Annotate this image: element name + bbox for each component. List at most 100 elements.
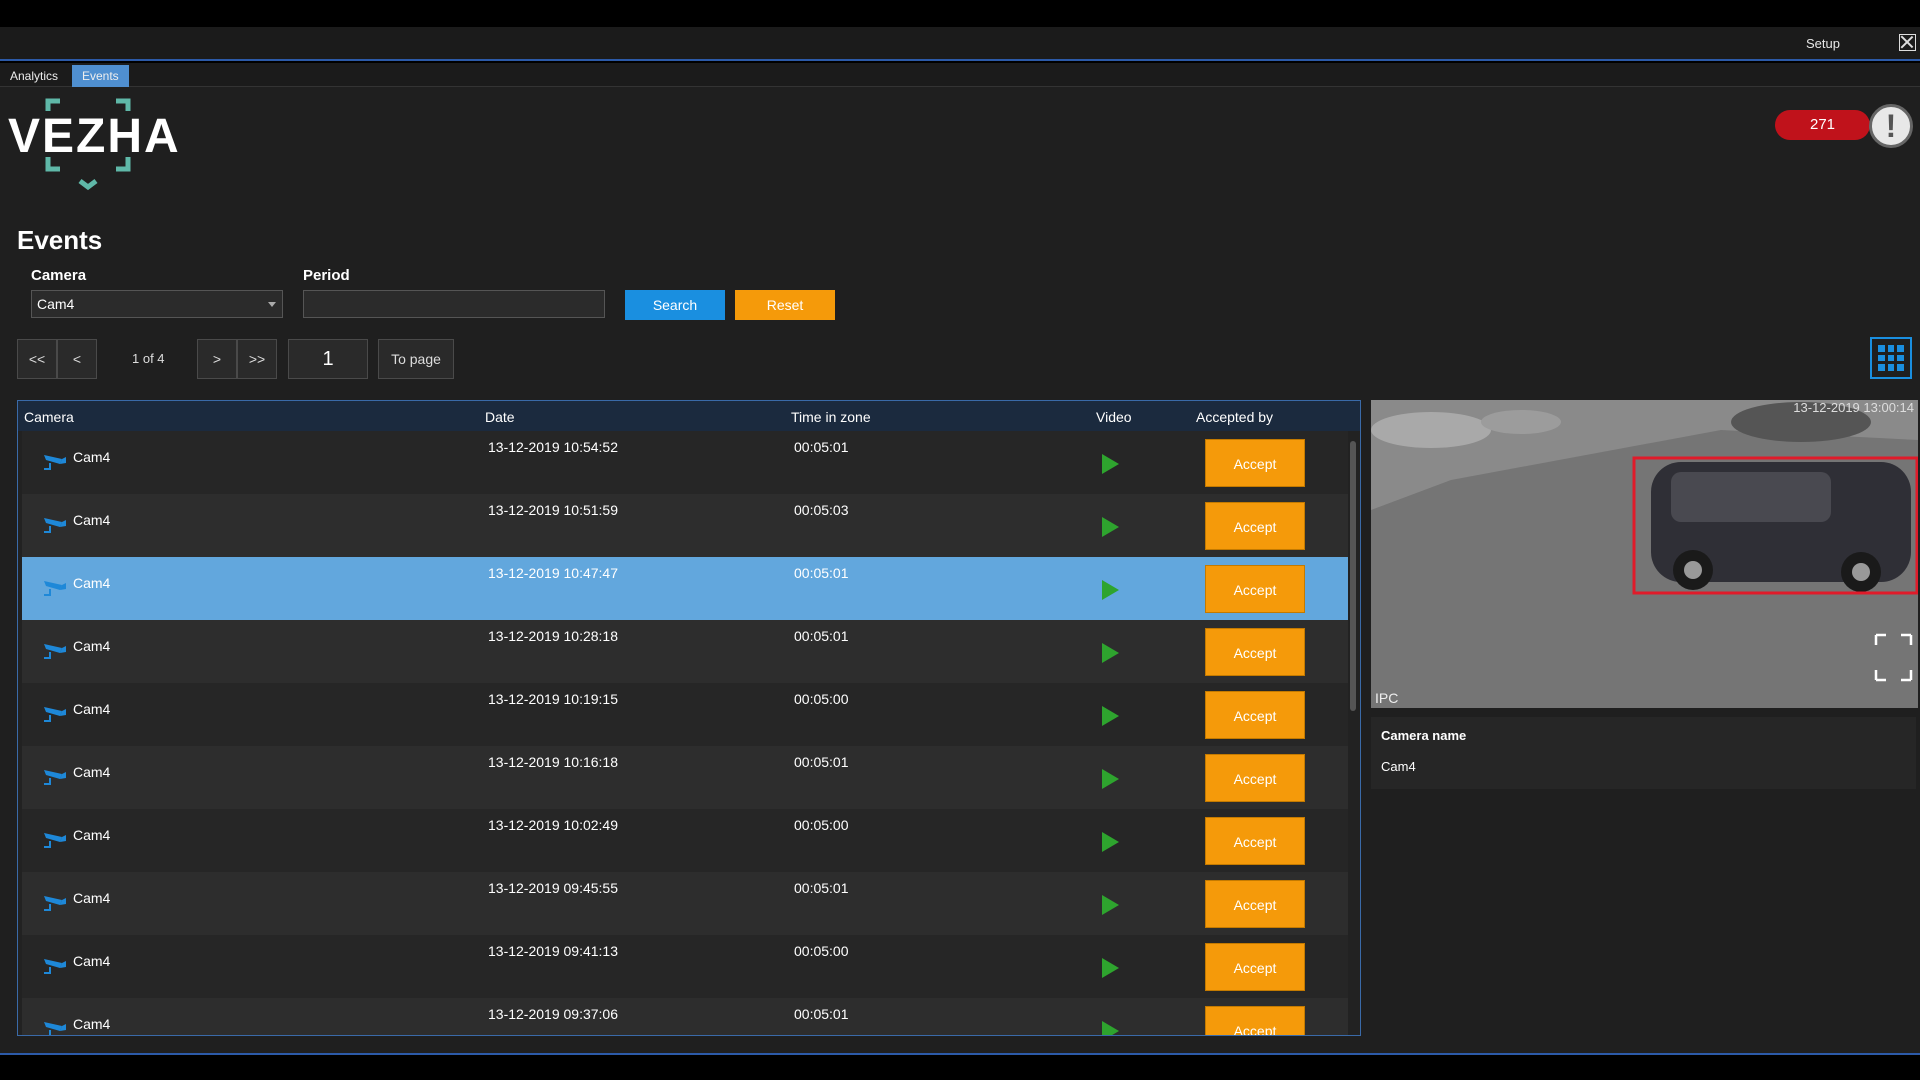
column-header-date[interactable]: Date — [485, 409, 515, 425]
row-date: 13-12-2019 10:16:18 — [488, 754, 618, 770]
table-row[interactable]: Cam4 13-12-2019 09:45:55 00:05:01 Accept — [22, 872, 1348, 935]
play-icon[interactable] — [1102, 706, 1119, 726]
top-black-band — [0, 0, 1920, 27]
prev-page-button[interactable]: < — [57, 339, 97, 379]
column-header-camera[interactable]: Camera — [24, 409, 74, 425]
close-icon[interactable] — [1899, 34, 1916, 51]
row-camera: Cam4 — [73, 638, 111, 654]
accept-button[interactable]: Accept — [1205, 439, 1305, 487]
page-number-input[interactable]: 1 — [288, 339, 368, 379]
camera-select[interactable]: Cam4 — [31, 290, 283, 318]
row-camera: Cam4 — [73, 953, 111, 969]
table-row[interactable]: Cam4 13-12-2019 09:37:06 00:05:01 Accept — [22, 998, 1348, 1035]
period-input[interactable] — [303, 290, 605, 318]
camera-name-label: Camera name — [1381, 728, 1467, 743]
last-page-button[interactable]: >> — [237, 339, 277, 379]
next-page-button[interactable]: > — [197, 339, 237, 379]
camera-info-panel: Camera name Cam4 — [1371, 717, 1916, 789]
row-date: 13-12-2019 10:47:47 — [488, 565, 618, 581]
play-icon[interactable] — [1102, 580, 1119, 600]
camera-icon — [44, 959, 66, 974]
chevron-down-icon — [268, 302, 276, 307]
table-row[interactable]: Cam4 13-12-2019 10:19:15 00:05:00 Accept — [22, 683, 1348, 746]
reset-button[interactable]: Reset — [735, 290, 835, 320]
camera-icon — [44, 518, 66, 533]
table-row[interactable]: Cam4 13-12-2019 09:41:13 00:05:00 Accept — [22, 935, 1348, 998]
play-icon[interactable] — [1102, 895, 1119, 915]
vezha-logo: VEZHA — [8, 97, 188, 191]
accept-button[interactable]: Accept — [1205, 502, 1305, 550]
accept-button[interactable]: Accept — [1205, 880, 1305, 928]
accept-button[interactable]: Accept — [1205, 565, 1305, 613]
bottom-black-band — [0, 1053, 1920, 1080]
accept-button[interactable]: Accept — [1205, 691, 1305, 739]
camera-preview[interactable]: 13-12-2019 13:00:14 IPC — [1371, 400, 1918, 708]
events-table: Camera Date Time in zone Video Accepted … — [17, 400, 1361, 1036]
camera-icon — [44, 770, 66, 785]
accept-button[interactable]: Accept — [1205, 943, 1305, 991]
row-date: 13-12-2019 10:54:52 — [488, 439, 618, 455]
tab-analytics[interactable]: Analytics — [0, 65, 68, 87]
row-date: 13-12-2019 09:41:13 — [488, 943, 618, 959]
setup-link[interactable]: Setup — [1806, 36, 1840, 51]
camera-icon — [44, 896, 66, 911]
play-icon[interactable] — [1102, 1021, 1119, 1035]
table-row[interactable]: Cam4 13-12-2019 10:16:18 00:05:01 Accept — [22, 746, 1348, 809]
row-camera: Cam4 — [73, 890, 111, 906]
main-panel: VEZHA 271 ! Events Camera Cam4 Period Se… — [0, 87, 1920, 1053]
column-header-time-in-zone[interactable]: Time in zone — [791, 409, 871, 425]
logo-text: VEZHA — [8, 110, 181, 163]
column-header-accepted-by[interactable]: Accepted by — [1196, 409, 1273, 425]
camera-icon — [44, 455, 66, 470]
grid-view-icon[interactable] — [1870, 337, 1912, 379]
play-icon[interactable] — [1102, 454, 1119, 474]
accept-button[interactable]: Accept — [1205, 754, 1305, 802]
page-info: 1 of 4 — [132, 351, 165, 366]
accept-button[interactable]: Accept — [1205, 817, 1305, 865]
play-icon[interactable] — [1102, 958, 1119, 978]
row-date: 13-12-2019 10:02:49 — [488, 817, 618, 833]
row-camera: Cam4 — [73, 764, 111, 780]
alert-exclamation-icon[interactable]: ! — [1869, 104, 1913, 148]
camera-icon — [44, 833, 66, 848]
play-icon[interactable] — [1102, 643, 1119, 663]
window-titlebar: Setup — [0, 27, 1920, 61]
row-date: 13-12-2019 09:45:55 — [488, 880, 618, 896]
to-page-button[interactable]: To page — [378, 339, 454, 379]
search-button[interactable]: Search — [625, 290, 725, 320]
alert-count-badge[interactable]: 271 — [1775, 110, 1870, 140]
row-time-in-zone: 00:05:00 — [794, 691, 849, 707]
row-time-in-zone: 00:05:00 — [794, 943, 849, 959]
camera-filter-label: Camera — [31, 267, 87, 284]
period-filter-label: Period — [303, 267, 350, 284]
row-time-in-zone: 00:05:01 — [794, 754, 849, 770]
row-camera: Cam4 — [73, 701, 111, 717]
table-row[interactable]: Cam4 13-12-2019 10:28:18 00:05:01 Accept — [22, 620, 1348, 683]
play-icon[interactable] — [1102, 769, 1119, 789]
camera-icon — [44, 644, 66, 659]
row-time-in-zone: 00:05:01 — [794, 628, 849, 644]
row-time-in-zone: 00:05:03 — [794, 502, 849, 518]
row-time-in-zone: 00:05:00 — [794, 817, 849, 833]
preview-timestamp: 13-12-2019 13:00:14 — [1793, 400, 1914, 415]
accept-button[interactable]: Accept — [1205, 628, 1305, 676]
play-icon[interactable] — [1102, 517, 1119, 537]
table-row[interactable]: Cam4 13-12-2019 10:02:49 00:05:00 Accept — [22, 809, 1348, 872]
play-icon[interactable] — [1102, 832, 1119, 852]
column-header-video[interactable]: Video — [1096, 409, 1132, 425]
table-row[interactable]: Cam4 13-12-2019 10:54:52 00:05:01 Accept — [22, 431, 1348, 494]
tab-events[interactable]: Events — [72, 65, 129, 87]
table-row[interactable]: Cam4 13-12-2019 10:51:59 00:05:03 Accept — [22, 494, 1348, 557]
page-title: Events — [17, 225, 103, 255]
table-row[interactable]: Cam4 13-12-2019 10:47:47 00:05:01 Accept — [22, 557, 1348, 620]
row-date: 13-12-2019 10:28:18 — [488, 628, 618, 644]
row-camera: Cam4 — [73, 1016, 111, 1032]
row-camera: Cam4 — [73, 575, 111, 591]
parking-lot-image — [1371, 400, 1918, 708]
first-page-button[interactable]: << — [17, 339, 57, 379]
row-date: 13-12-2019 10:51:59 — [488, 502, 618, 518]
row-camera: Cam4 — [73, 449, 111, 465]
table-scrollbar[interactable] — [1350, 441, 1356, 711]
accept-button[interactable]: Accept — [1205, 1006, 1305, 1035]
row-camera: Cam4 — [73, 512, 111, 528]
